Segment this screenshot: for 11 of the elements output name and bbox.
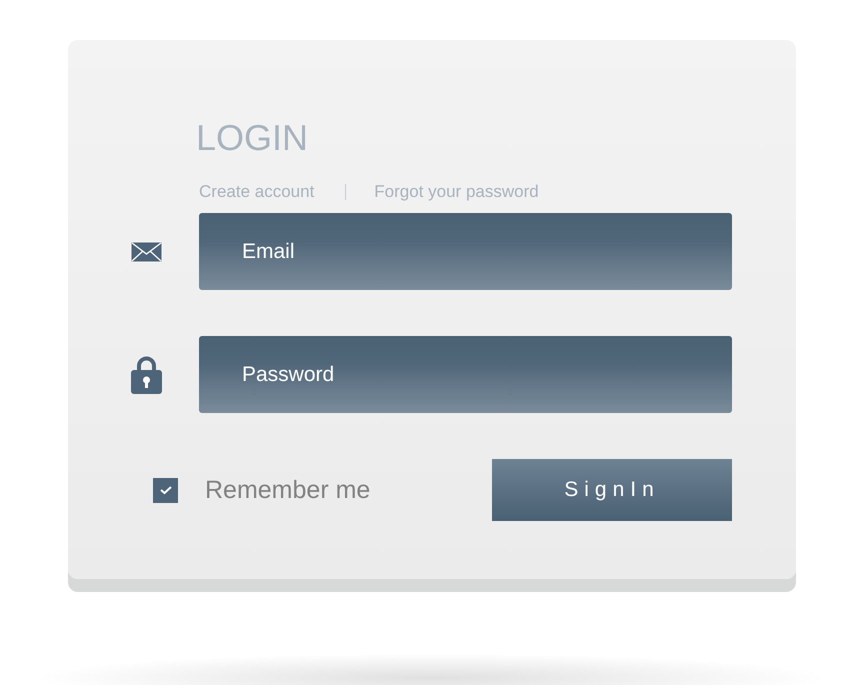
email-field[interactable]: Email	[199, 213, 732, 290]
account-link[interactable]: Create account	[199, 182, 314, 202]
remember-label: Remember me	[205, 476, 370, 504]
sign-in-button[interactable]: SignIn	[492, 459, 732, 521]
password-field[interactable]: Password	[199, 336, 732, 413]
remember-checkbox[interactable]	[153, 478, 178, 502]
lock-icon	[130, 355, 162, 394]
checkmark-icon	[158, 485, 172, 495]
login-title: LOGIN	[196, 118, 310, 158]
account-link[interactable]: Forgot your password	[374, 182, 539, 202]
envelope-icon	[130, 242, 162, 262]
